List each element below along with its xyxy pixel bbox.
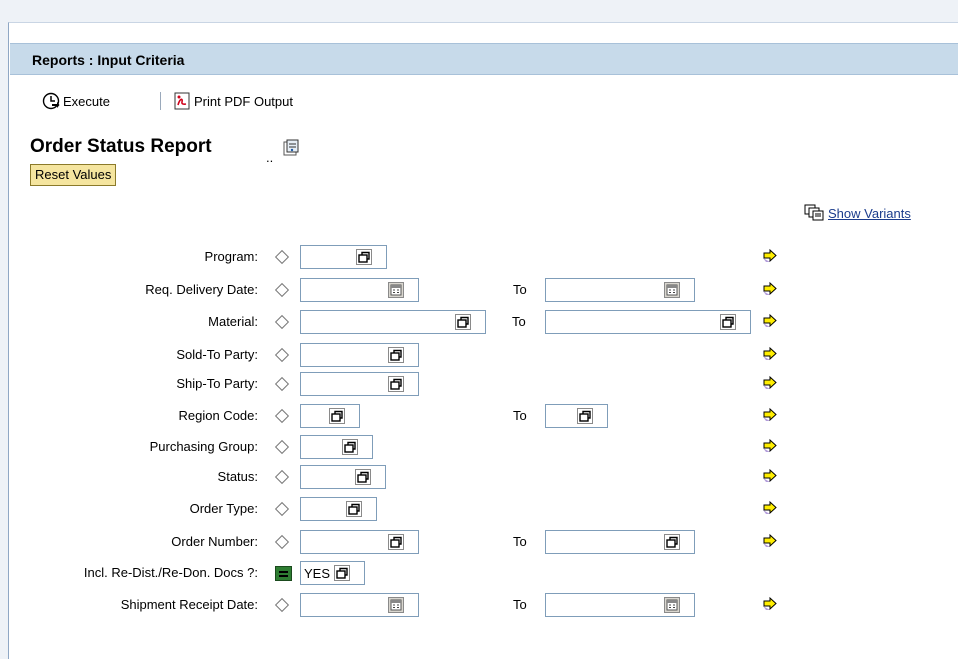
- multiple-selection-arrow-icon[interactable]: [761, 375, 779, 391]
- print-pdf-button[interactable]: Print PDF Output: [174, 92, 293, 110]
- field-label: Sold-To Party:: [176, 347, 258, 362]
- show-variants-link[interactable]: Show Variants: [804, 204, 911, 222]
- field-label: Ship-To Party:: [176, 376, 258, 391]
- select-options-icon[interactable]: [577, 408, 593, 424]
- field-label: Shipment Receipt Date:: [120, 597, 258, 612]
- to-label: To: [512, 314, 526, 329]
- select-options-icon[interactable]: [356, 249, 372, 265]
- field-label: Program:: [204, 249, 258, 264]
- pdf-icon: [174, 92, 190, 110]
- multiple-selection-arrow-icon[interactable]: [761, 596, 779, 612]
- print-pdf-label: Print PDF Output: [194, 93, 293, 109]
- select-options-icon[interactable]: [329, 408, 345, 424]
- page-title: Order Status Report: [30, 136, 212, 157]
- reset-values-button[interactable]: Reset Values: [30, 164, 117, 186]
- info-doc-icon[interactable]: [282, 139, 300, 157]
- multiple-selection-arrow-icon[interactable]: [761, 313, 779, 329]
- multiple-selection-arrow-icon[interactable]: [761, 500, 779, 516]
- multiple-selection-arrow-icon[interactable]: [761, 346, 779, 362]
- execute-clock-icon: [42, 92, 60, 110]
- field-from-input[interactable]: [300, 561, 365, 585]
- multiple-selection-arrow-icon[interactable]: [761, 248, 779, 264]
- calendar-icon[interactable]: [664, 597, 680, 613]
- multiple-selection-arrow-icon[interactable]: [761, 407, 779, 423]
- execute-label: Execute: [63, 93, 110, 109]
- select-options-icon[interactable]: [388, 347, 404, 363]
- calendar-icon[interactable]: [388, 282, 404, 298]
- field-from-input[interactable]: [300, 497, 377, 521]
- field-label: Region Code:: [178, 408, 259, 423]
- calendar-icon[interactable]: [664, 282, 680, 298]
- calendar-icon[interactable]: [388, 597, 404, 613]
- to-label: To: [513, 534, 527, 549]
- variants-icon: [804, 204, 824, 222]
- select-options-icon[interactable]: [388, 376, 404, 392]
- page-header-title: Reports : Input Criteria: [32, 52, 185, 68]
- field-label: Order Type:: [189, 501, 258, 516]
- toolbar: Execute Print PDF Output: [10, 89, 958, 113]
- field-from-input[interactable]: [300, 245, 387, 269]
- to-label: To: [513, 408, 527, 423]
- execute-button[interactable]: Execute: [42, 92, 110, 110]
- to-label: To: [513, 597, 527, 612]
- select-options-icon[interactable]: [455, 314, 471, 330]
- field-from-input[interactable]: [300, 465, 386, 489]
- multiple-selection-arrow-icon[interactable]: [761, 281, 779, 297]
- field-label: Order Number:: [171, 534, 258, 549]
- multiple-selection-arrow-icon[interactable]: [761, 533, 779, 549]
- select-options-icon[interactable]: [342, 439, 358, 455]
- select-options-icon[interactable]: [720, 314, 736, 330]
- title-dots: ..: [266, 150, 274, 165]
- field-label: Status:: [217, 469, 258, 484]
- to-label: To: [513, 282, 527, 297]
- multiple-selection-arrow-icon[interactable]: [761, 468, 779, 484]
- title-bar: Reports : Input Criteria: [10, 43, 958, 75]
- field-from-input[interactable]: [300, 435, 373, 459]
- select-options-icon[interactable]: [355, 469, 371, 485]
- select-options-icon[interactable]: [664, 534, 680, 550]
- select-options-icon[interactable]: [346, 501, 362, 517]
- equals-operator-icon[interactable]: [275, 566, 292, 581]
- multiple-selection-arrow-icon[interactable]: [761, 438, 779, 454]
- show-variants-label: Show Variants: [828, 205, 911, 221]
- select-options-icon[interactable]: [388, 534, 404, 550]
- field-label: Incl. Re-Dist./Re-Don. Docs ?:: [83, 565, 258, 580]
- field-label: Purchasing Group:: [149, 439, 258, 454]
- select-options-icon[interactable]: [334, 565, 350, 581]
- toolbar-separator: [160, 92, 161, 110]
- field-label: Req. Delivery Date:: [145, 282, 258, 297]
- field-label: Material:: [208, 314, 258, 329]
